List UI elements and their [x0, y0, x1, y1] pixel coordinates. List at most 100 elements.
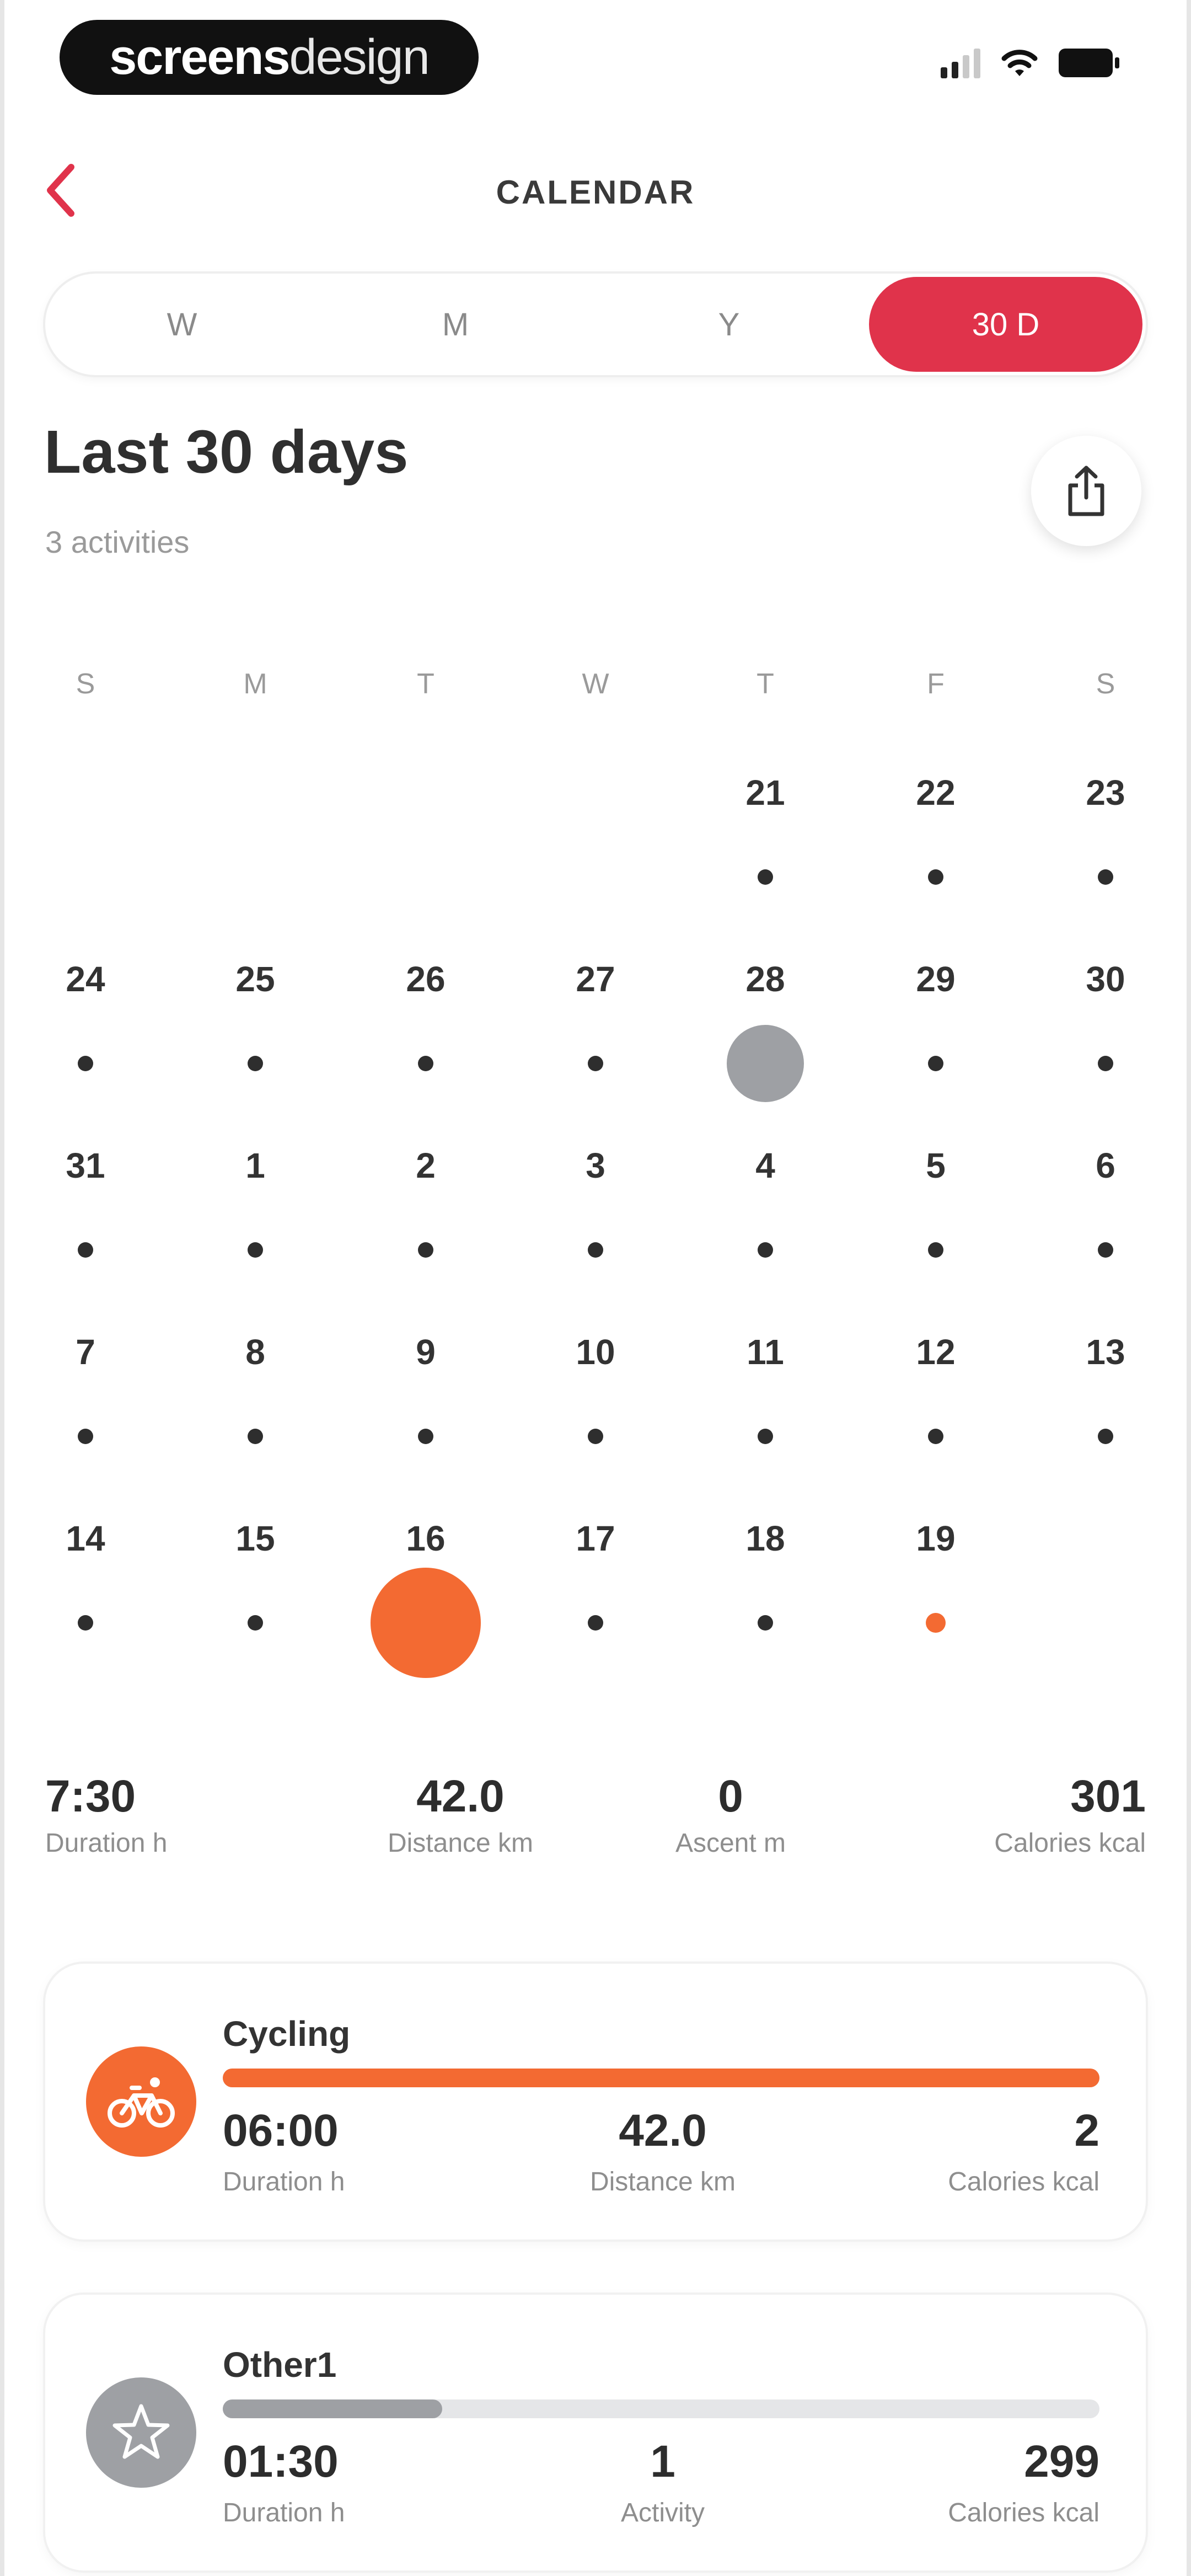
period-tabs: W M Y 30 D	[45, 274, 1146, 375]
activity-progress-bar	[223, 2069, 1099, 2087]
calendar-day[interactable]: 15	[195, 1518, 316, 1684]
activity-name: Other1	[223, 2345, 337, 2385]
day-dot	[588, 1242, 603, 1258]
tab-year[interactable]: Y	[592, 274, 866, 375]
total-duration-value: 7:30	[45, 1771, 136, 1821]
day-number: 22	[916, 773, 956, 813]
activity-duration-value: 06:00	[223, 2105, 339, 2156]
calendar-day[interactable]: 3	[535, 1145, 656, 1311]
calendar-day[interactable]: 7	[25, 1332, 146, 1497]
calendar-day[interactable]: 25	[195, 959, 316, 1124]
calendar-day[interactable]: 16	[365, 1518, 486, 1684]
calendar-day[interactable]: 19	[875, 1518, 996, 1684]
total-duration-label: Duration h	[45, 1829, 168, 1858]
day-number: 17	[576, 1519, 615, 1558]
day-dot	[78, 1242, 93, 1258]
calendar-day[interactable]: 5	[875, 1145, 996, 1311]
activity-distance-value: 42.0	[619, 2105, 707, 2156]
activity-marker	[926, 1613, 946, 1633]
day-dot	[588, 1429, 603, 1444]
calendar-day[interactable]: 9	[365, 1332, 486, 1497]
weekday-label: S	[1096, 668, 1115, 700]
calendar-day[interactable]: 12	[875, 1332, 996, 1497]
day-number: 6	[1096, 1146, 1115, 1185]
day-number: 9	[416, 1332, 436, 1372]
share-button[interactable]	[1031, 436, 1141, 546]
calendar-day[interactable]: 13	[1045, 1332, 1166, 1497]
tab-month[interactable]: M	[319, 274, 592, 375]
day-dot	[1098, 1056, 1113, 1071]
day-number: 8	[245, 1332, 265, 1372]
day-dot	[248, 1429, 263, 1444]
weekday-label: F	[927, 668, 945, 700]
day-number: 29	[916, 959, 956, 999]
status-icons	[941, 47, 1119, 78]
tab-week[interactable]: W	[45, 274, 319, 375]
calendar-day[interactable]: 26	[365, 959, 486, 1124]
activity-name: Cycling	[223, 2014, 351, 2054]
total-duration: 7:30 Duration h	[45, 1771, 167, 1858]
calendar-day[interactable]: 1	[195, 1145, 316, 1311]
total-calories-label: Calories kcal	[994, 1829, 1146, 1858]
brand-logo-bold: screens	[109, 29, 290, 85]
activity-card-other[interactable]: Other1 01:30 Duration h 1 Activity 299 C…	[45, 2295, 1146, 2570]
calendar-day[interactable]: 21	[705, 772, 826, 938]
total-distance-value: 42.0	[416, 1771, 505, 1821]
day-number: 16	[406, 1519, 446, 1558]
activity-duration-value: 01:30	[223, 2436, 339, 2487]
day-dot	[758, 869, 773, 885]
day-number: 18	[745, 1519, 785, 1558]
activity-icon-other	[86, 2377, 196, 2488]
calendar-day[interactable]: 4	[705, 1145, 826, 1311]
calendar-day[interactable]: 22	[875, 772, 996, 938]
day-dot	[928, 869, 943, 885]
star-icon	[112, 2404, 170, 2459]
share-icon	[1068, 466, 1104, 516]
calendar-day[interactable]: 2	[365, 1145, 486, 1311]
total-ascent: 0 Ascent m	[648, 1771, 813, 1858]
day-number: 31	[66, 1146, 105, 1185]
day-dot	[248, 1615, 263, 1631]
calendar-day[interactable]: 24	[25, 959, 146, 1124]
day-number: 3	[586, 1146, 605, 1185]
calendar-day[interactable]: 30	[1045, 959, 1166, 1124]
calendar-day[interactable]: 29	[875, 959, 996, 1124]
calendar-day[interactable]: 28	[705, 959, 826, 1124]
total-calories: 301 Calories kcal	[994, 1771, 1146, 1858]
wifi-icon	[1001, 50, 1038, 76]
day-dot	[1098, 1429, 1113, 1444]
day-number: 4	[755, 1146, 775, 1185]
total-ascent-value: 0	[718, 1771, 743, 1821]
calendar-day[interactable]: 6	[1045, 1145, 1166, 1311]
calendar-day[interactable]: 27	[535, 959, 656, 1124]
tab-30-days[interactable]: 30 D	[869, 277, 1142, 372]
activity-distance-label: Distance km	[589, 2167, 736, 2196]
activity-icon-cycling	[86, 2046, 196, 2157]
battery-icon	[1059, 49, 1119, 77]
day-dot	[418, 1056, 433, 1071]
calendar-day[interactable]: 31	[25, 1145, 146, 1311]
calendar-day[interactable]: 18	[705, 1518, 826, 1684]
activity-card-cycling[interactable]: Cycling 06:00 Duration h 42.0 Distance k…	[45, 1964, 1146, 2240]
activity-calories-value: 2	[1074, 2105, 1099, 2156]
calendar-day[interactable]: 14	[25, 1518, 146, 1684]
calendar-day[interactable]: 8	[195, 1332, 316, 1497]
day-dot	[78, 1429, 93, 1444]
weekday-label: S	[76, 668, 95, 700]
activity-duration-label: Duration h	[223, 2498, 345, 2527]
day-dot	[758, 1429, 773, 1444]
calendar-day[interactable]: 10	[535, 1332, 656, 1497]
calendar-day[interactable]: 23	[1045, 772, 1166, 938]
day-number: 19	[916, 1519, 956, 1558]
day-dot	[1098, 1242, 1113, 1258]
weekday-label: W	[582, 668, 609, 700]
day-number: 14	[66, 1519, 105, 1558]
brand-logo-light: design	[289, 29, 430, 85]
calendar-day[interactable]: 17	[535, 1518, 656, 1684]
day-number: 24	[66, 959, 105, 999]
day-number: 10	[576, 1332, 615, 1372]
day-number: 13	[1086, 1332, 1125, 1372]
calendar-day[interactable]: 11	[705, 1332, 826, 1497]
activity-calories-label: Calories kcal	[948, 2167, 1099, 2196]
day-number: 25	[235, 959, 275, 999]
